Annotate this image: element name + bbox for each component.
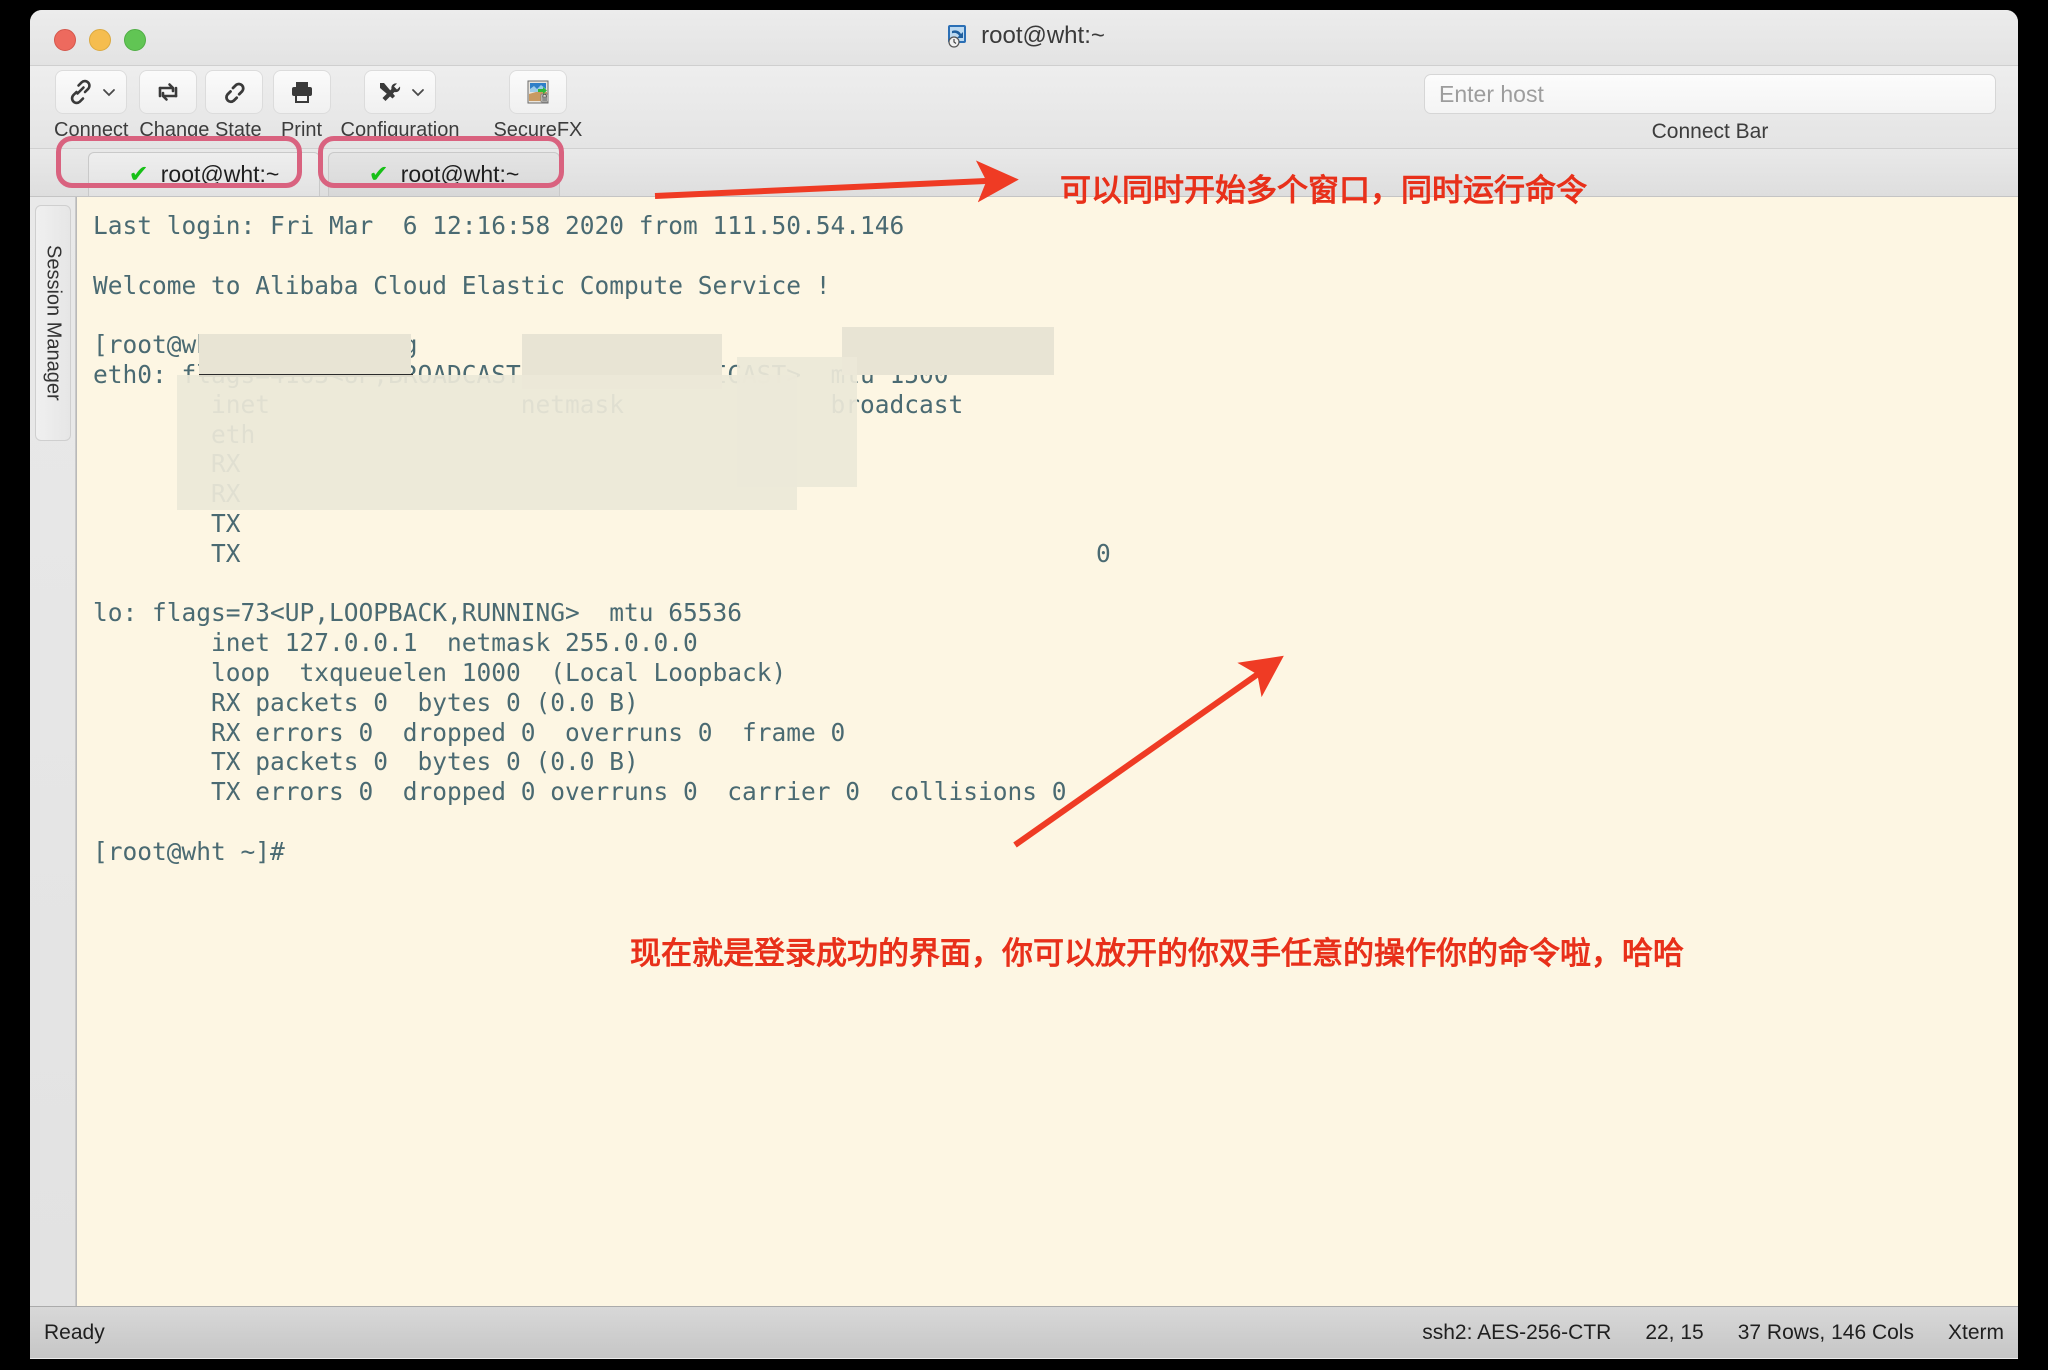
configuration-label: Configuration [340, 119, 460, 141]
toolbar-item-securefx: SecureFX [493, 70, 582, 142]
reconnect-icon [158, 83, 177, 101]
toolbar-item-change-state: Change State [138, 70, 263, 142]
status-cursor-position: 22, 15 [1645, 1320, 1704, 1344]
session-manager-tab[interactable]: Session Manager [35, 205, 71, 441]
green-check-icon: ✔ [128, 160, 149, 188]
tools-icon [379, 83, 401, 101]
window-title-group: root@wht:~ [30, 22, 2018, 50]
green-check-icon: ✔ [368, 160, 389, 188]
securefx-label: SecureFX [493, 119, 583, 141]
status-right-group: ssh2: AES-256-CTR 22, 15 37 Rows, 146 Co… [1422, 1321, 2004, 1345]
main-body: Session Manager Last login: Fri Mar 6 12… [30, 197, 2018, 1306]
reconnect-button[interactable] [138, 70, 197, 114]
chevron-down-icon [412, 89, 424, 97]
securefx-button[interactable] [508, 70, 567, 114]
session-tab-2-label: root@wht:~ [400, 161, 520, 187]
status-dimensions: 37 Rows, 146 Cols [1737, 1320, 1914, 1344]
status-emulation: Xterm [1947, 1320, 2004, 1344]
connect-label: Connect [54, 119, 129, 141]
connect-button[interactable] [55, 70, 128, 114]
change-state-label: Change State [139, 119, 262, 141]
print-label: Print [280, 119, 323, 141]
toolbar-buttons: Connect Change State Print Configuration… [54, 70, 592, 142]
configuration-button[interactable] [363, 70, 436, 114]
toolbar-item-connect: Connect [54, 70, 129, 142]
status-ready-text: Ready [44, 1320, 105, 1344]
session-tab-strip: ✔ root@wht:~ ✔ root@wht:~ [30, 149, 2018, 197]
main-toolbar: Connect Change State Print Configuration… [30, 66, 2018, 149]
session-tab-1-label: root@wht:~ [160, 161, 280, 187]
securecrt-window: root@wht:~ Connect Change State Print Co… [30, 10, 2018, 1359]
connect-bar: Connect Bar [1424, 74, 1996, 144]
session-manager-rail: Session Manager [30, 197, 76, 1306]
toolbar-item-print: Print [272, 70, 331, 142]
print-button[interactable] [272, 70, 331, 114]
terminal-pane[interactable]: Last login: Fri Mar 6 12:16:58 2020 from… [76, 197, 2018, 1306]
securefx-icon [527, 80, 549, 104]
screenshot-root: root@wht:~ Connect Change State Print Co… [0, 0, 2048, 1370]
chevron-down-icon [103, 89, 116, 97]
status-protocol: ssh2: AES-256-CTR [1422, 1320, 1612, 1344]
session-tab-1[interactable]: ✔ root@wht:~ [88, 152, 320, 196]
status-bar: Ready ssh2: AES-256-CTR 22, 15 37 Rows, … [30, 1306, 2018, 1358]
printer-icon [291, 82, 312, 103]
window-title-text: root@wht:~ [981, 22, 1105, 49]
broken-link-icon [224, 82, 245, 104]
terminal-output: Last login: Fri Mar 6 12:16:58 2020 from… [93, 211, 1111, 866]
host-input[interactable] [1424, 74, 1996, 114]
window-title-bar: root@wht:~ [30, 10, 2018, 66]
link-icon [71, 79, 91, 105]
connect-bar-label: Connect Bar [1651, 120, 1769, 143]
toolbar-item-configuration: Configuration [340, 70, 460, 142]
disconnect-button[interactable] [204, 70, 263, 114]
session-manager-label: Session Manager [42, 245, 65, 401]
securecrt-session-icon [948, 25, 967, 48]
session-tab-2[interactable]: ✔ root@wht:~ [328, 152, 560, 196]
